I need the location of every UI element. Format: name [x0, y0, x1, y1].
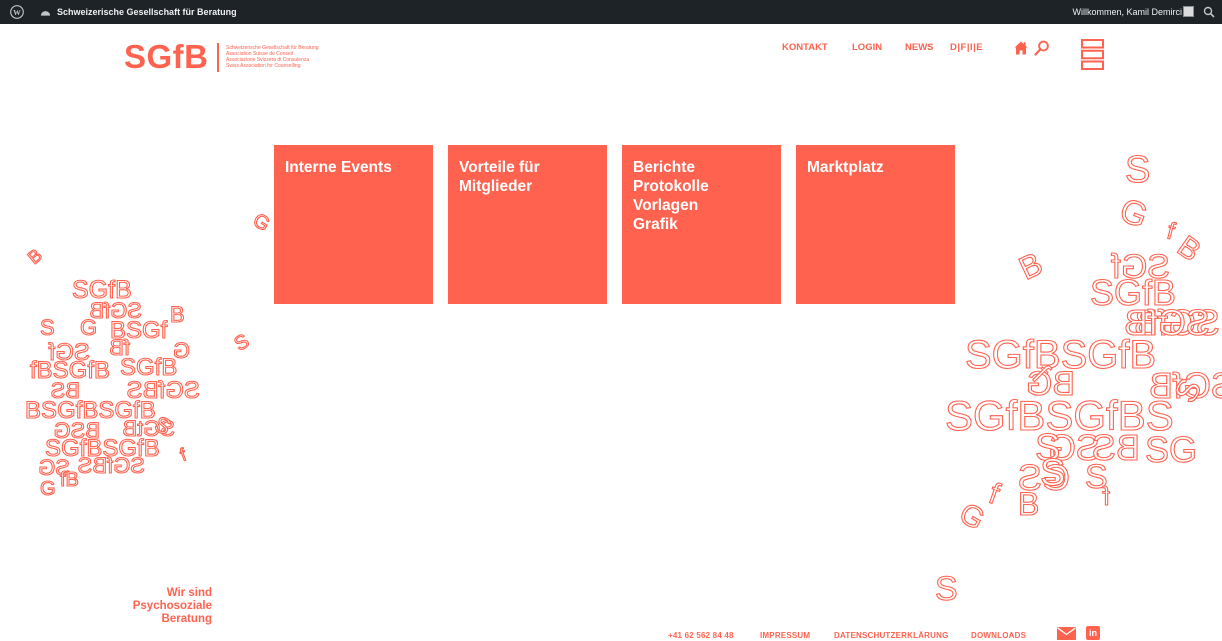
linkedin-icon[interactable]: in	[1086, 626, 1100, 640]
nav-kontakt[interactable]: KONTAKT	[782, 42, 828, 53]
decorative-letters-left: G B SGfB SGfB S G BSGf B SGf fB G S fBSG…	[23, 209, 270, 500]
footer-impressum[interactable]: IMPRESSUM	[760, 631, 810, 640]
tile-label: Berichte	[633, 159, 696, 176]
mail-icon[interactable]	[1057, 627, 1076, 640]
tile-vorteile-mitglieder[interactable]: Vorteile für Mitglieder	[448, 145, 607, 304]
tile-label: Interne Events	[285, 159, 392, 176]
svg-text:SGfBS: SGfBS	[127, 377, 200, 404]
svg-text:S: S	[935, 570, 958, 605]
svg-text:BSG: BSG	[54, 418, 100, 443]
tagline-line: Psychosoziale	[132, 600, 212, 612]
svg-text:BS: BS	[1092, 427, 1140, 468]
svg-text:SGfBSGfB: SGfBSGfB	[965, 333, 1156, 377]
svg-text:SGf: SGf	[1111, 248, 1170, 286]
svg-text:f: f	[1026, 359, 1056, 389]
svg-text:B: B	[170, 302, 185, 327]
svg-text:fB: fB	[109, 335, 130, 360]
svg-text:SGfB: SGfB	[89, 298, 142, 323]
svg-text:SGfB: SGfB	[1149, 365, 1222, 406]
svg-text:f: f	[1164, 218, 1178, 246]
decorative-letters-right: S G f B B SGf SGfB SGfB SGfB SGfBSGfB BG…	[934, 148, 1222, 605]
tile-label: Vorteile für	[459, 159, 540, 176]
svg-text:S: S	[40, 315, 55, 340]
svg-text:SG: SG	[1048, 427, 1100, 468]
menu-icon[interactable]	[1081, 39, 1104, 70]
svg-text:S: S	[1085, 458, 1108, 496]
svg-text:SGfBSGfBS: SGfBSGfBS	[945, 392, 1174, 439]
svg-text:S: S	[1035, 427, 1060, 469]
tile-label: Marktplatz	[807, 159, 884, 176]
admin-welcome[interactable]: Willkommen, Kamil Demirci	[1072, 7, 1182, 17]
logo-subtitle: Schweizerische Gesellschaft für Beratung…	[226, 45, 319, 69]
tile-label: Vorlagen	[633, 197, 699, 214]
svg-text:fB: fB	[60, 469, 79, 491]
svg-text:SGfB: SGfB	[1090, 272, 1176, 313]
svg-text:G: G	[80, 315, 97, 340]
tagline-line: Wir sind	[166, 587, 212, 599]
tile-label: Protokolle	[633, 178, 709, 195]
svg-text:BG: BG	[1026, 365, 1075, 403]
tile-label: Mitglieder	[459, 178, 533, 195]
svg-text:SGf: SGf	[48, 339, 90, 366]
avatar[interactable]	[1183, 6, 1194, 17]
svg-text:SG: SG	[1145, 429, 1197, 470]
svg-text:SGfBSGfB: SGfBSGfB	[45, 435, 160, 462]
svg-text:BSGfBSGfB: BSGfBSGfB	[25, 397, 156, 424]
search-icon[interactable]	[1203, 6, 1215, 18]
svg-text:SGfBS: SGfBS	[78, 453, 145, 478]
search-icon[interactable]	[1034, 40, 1050, 56]
dashboard-icon	[40, 11, 51, 16]
svg-text:B: B	[1013, 245, 1048, 287]
svg-text:B: B	[24, 245, 46, 268]
logo-divider	[217, 43, 219, 72]
svg-text:BSGf: BSGf	[110, 317, 168, 344]
site-logo[interactable]: SGfB	[124, 40, 209, 73]
wordpress-icon[interactable]: W	[10, 5, 24, 19]
footer-downloads[interactable]: DOWNLOADS	[971, 631, 1026, 640]
svg-text:SGfB: SGfB	[72, 276, 132, 304]
admin-bar: W Schweizerische Gesellschaft für Beratu…	[0, 0, 1222, 24]
svg-text:BS: BS	[51, 378, 80, 403]
svg-text:B: B	[1171, 230, 1206, 269]
tile-berichte[interactable]: Berichte Protokolle Vorlagen Grafik	[622, 145, 781, 304]
tile-interne-events[interactable]: Interne Events	[274, 145, 433, 304]
svg-text:SGfB: SGfB	[1134, 302, 1220, 343]
tagline-line: Beratung	[161, 613, 212, 625]
svg-text:W: W	[13, 8, 21, 17]
svg-text:SGtB: SGtB	[122, 416, 175, 441]
footer-datenschutz[interactable]: DATENSCHUTZERKLÄRUNG	[834, 631, 949, 640]
svg-text:G: G	[249, 209, 270, 236]
nav-login[interactable]: LOGIN	[852, 42, 882, 53]
nav-news[interactable]: NEWS	[905, 42, 934, 53]
tile-marktplatz[interactable]: Marktplatz	[796, 145, 955, 304]
svg-text:fBSGfB: fBSGfB	[30, 357, 110, 384]
svg-text:B: B	[1018, 486, 1039, 522]
svg-text:G: G	[40, 478, 56, 500]
svg-text:S: S	[1167, 372, 1209, 408]
svg-text:S: S	[1040, 452, 1065, 494]
svg-text:f: f	[985, 477, 1005, 511]
svg-text:S: S	[151, 411, 175, 440]
footer-phone[interactable]: +41 62 562 84 48	[668, 631, 734, 640]
svg-text:SG: SG	[38, 455, 70, 480]
svg-text:G: G	[954, 497, 991, 537]
tile-label: Grafik	[633, 216, 678, 233]
svg-text:f: f	[177, 444, 189, 465]
admin-site-name[interactable]: Schweizerische Gesellschaft für Beratung	[57, 7, 237, 17]
home-icon[interactable]	[1014, 41, 1028, 55]
language-switcher[interactable]: D|F|I|E	[950, 42, 983, 53]
svg-text:G: G	[1115, 191, 1153, 236]
svg-text:SGfB: SGfB	[1124, 302, 1210, 343]
tagline: Wir sind Psychosoziale Beratung	[120, 587, 212, 626]
svg-text:f: f	[1102, 481, 1110, 511]
svg-text:SGfB: SGfB	[120, 354, 177, 381]
logo-sub-en: Swiss Association for Counselling	[226, 63, 301, 69]
svg-text:G: G	[173, 338, 190, 363]
svg-text:S: S	[1125, 149, 1150, 191]
svg-text:S: S	[231, 330, 254, 356]
svg-text:GS: GS	[1018, 457, 1070, 498]
